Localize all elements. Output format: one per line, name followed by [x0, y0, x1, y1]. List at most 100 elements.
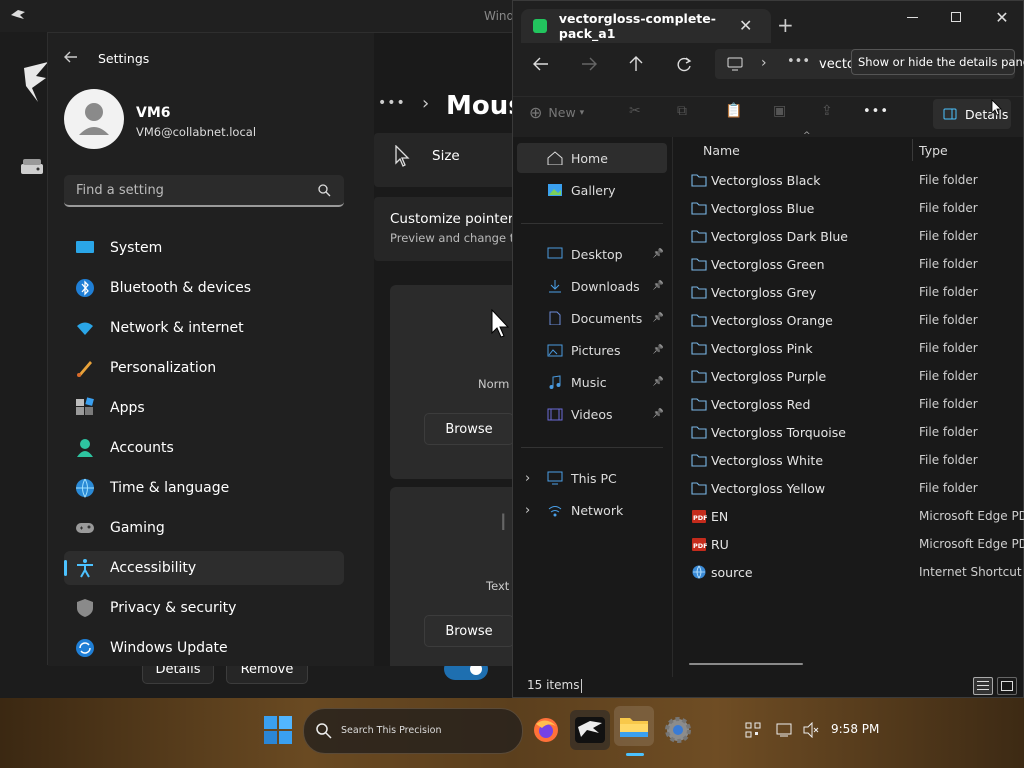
nav-pane-item-network[interactable]: › Network: [513, 495, 668, 525]
file-row[interactable]: Vectorgloss Dark Blue File folder: [673, 222, 1023, 250]
shield-icon: [74, 597, 96, 619]
nav-pane-item-desktop[interactable]: Desktop 📌: [513, 239, 668, 269]
address-bar[interactable]: › ••• vectorgloss-c Show or hide the det…: [715, 49, 1024, 79]
nav-pane-item-pictures[interactable]: Pictures 📌: [513, 335, 668, 365]
file-row[interactable]: Vectorgloss Black File folder: [673, 166, 1023, 194]
minimize-icon[interactable]: [897, 5, 927, 29]
nav-item-apps[interactable]: Apps: [64, 391, 344, 425]
expand-chevron-icon[interactable]: ›: [525, 471, 530, 486]
tiles-view-icon[interactable]: [997, 677, 1017, 695]
paste-icon[interactable]: 📋: [725, 103, 742, 119]
copy-icon[interactable]: ⧉: [677, 103, 687, 119]
new-button[interactable]: ⊕ New ▾: [529, 103, 584, 122]
maximize-icon[interactable]: [941, 5, 971, 29]
column-header-type[interactable]: Type: [919, 143, 948, 158]
close-tab-icon[interactable]: ✕: [739, 16, 752, 35]
nav-pane-label: Videos: [571, 406, 613, 422]
nav-pane-item-documents[interactable]: Documents 📌: [513, 303, 668, 333]
breadcrumb-more[interactable]: •••: [378, 95, 406, 111]
up-arrow-icon[interactable]: [629, 56, 643, 72]
nav-item-system[interactable]: System: [64, 231, 344, 265]
nav-item-time-language[interactable]: Time & language: [64, 471, 344, 505]
pin-icon[interactable]: 📌: [653, 281, 664, 291]
file-row[interactable]: Vectorgloss Blue File folder: [673, 194, 1023, 222]
pin-icon[interactable]: 📌: [653, 345, 664, 355]
archive-folder-icon: [533, 19, 547, 33]
file-row[interactable]: Vectorgloss Orange File folder: [673, 306, 1023, 334]
taskbar-eagle-app[interactable]: [570, 710, 610, 750]
nav-pane-item-downloads[interactable]: Downloads 📌: [513, 271, 668, 301]
nav-pane-item-videos[interactable]: Videos 📌: [513, 399, 668, 429]
column-divider[interactable]: [912, 139, 913, 161]
folder-icon: [691, 229, 707, 243]
file-row[interactable]: PDF RU Microsoft Edge PDF: [673, 530, 1024, 558]
browse-button[interactable]: Browse: [424, 413, 514, 445]
more-options-icon[interactable]: •••: [863, 104, 889, 119]
close-window-icon[interactable]: ✕: [987, 5, 1017, 29]
nav-item-gaming[interactable]: Gaming: [64, 511, 344, 545]
cut-icon[interactable]: ✂: [629, 103, 641, 119]
address-overflow[interactable]: •••: [787, 54, 810, 69]
nav-item-privacy-security[interactable]: Privacy & security: [64, 591, 344, 625]
nav-item-personalization[interactable]: Personalization: [64, 351, 344, 385]
nav-pane-label: Music: [571, 374, 607, 390]
share-icon[interactable]: ⇪: [821, 103, 833, 119]
back-arrow-icon[interactable]: [64, 51, 78, 63]
file-row[interactable]: Vectorgloss White File folder: [673, 446, 1023, 474]
file-row[interactable]: Vectorgloss Pink File folder: [673, 334, 1023, 362]
nav-item-label: Network & internet: [110, 320, 244, 336]
nav-item-network-internet[interactable]: Network & internet: [64, 311, 344, 345]
file-row[interactable]: Vectorgloss Purple File folder: [673, 362, 1023, 390]
pin-icon[interactable]: 📌: [653, 313, 664, 323]
column-header-name[interactable]: Name: [703, 143, 740, 158]
nav-item-accessibility[interactable]: Accessibility: [64, 551, 344, 585]
rename-icon[interactable]: ▣: [773, 103, 786, 119]
explorer-tab[interactable]: vectorgloss-complete-pack_a1 ✕: [521, 9, 771, 43]
taskbar-firefox[interactable]: [526, 710, 566, 750]
file-row[interactable]: Vectorgloss Grey File folder: [673, 278, 1023, 306]
pictures-icon: [547, 343, 563, 357]
browse-button[interactable]: Browse: [424, 615, 514, 647]
taskbar-settings[interactable]: [658, 710, 698, 750]
settings-search-box[interactable]: Find a setting: [64, 175, 344, 207]
monitor-icon: [727, 57, 743, 71]
nav-pane-item-music[interactable]: Music 📌: [513, 367, 668, 397]
pin-icon[interactable]: 📌: [653, 249, 664, 259]
taskbar-search-box[interactable]: Search This Precision: [303, 708, 523, 754]
refresh-icon[interactable]: [677, 57, 692, 72]
nav-item-bluetooth-devices[interactable]: Bluetooth & devices: [64, 271, 344, 305]
nav-pane-item-gallery[interactable]: Gallery: [513, 175, 668, 205]
network-display-icon[interactable]: [776, 722, 794, 738]
search-icon[interactable]: [318, 184, 331, 197]
forward-arrow-icon[interactable]: [581, 57, 597, 71]
file-row[interactable]: Vectorgloss Red File folder: [673, 390, 1023, 418]
pin-icon[interactable]: 📌: [653, 377, 664, 387]
eagle-app-icon: [575, 717, 605, 743]
size-setting-row[interactable]: Size: [374, 133, 518, 187]
back-arrow-icon[interactable]: [533, 57, 549, 71]
nav-pane-label: Documents: [571, 310, 643, 326]
pin-icon[interactable]: 📌: [653, 409, 664, 419]
nav-item-windows-update[interactable]: Windows Update: [64, 631, 344, 665]
file-row[interactable]: Vectorgloss Green File folder: [673, 250, 1023, 278]
file-type: File folder: [919, 481, 978, 495]
nav-pane-item-home[interactable]: Home: [517, 143, 667, 173]
file-row[interactable]: source Internet Shortcut: [673, 558, 1023, 586]
details-view-icon[interactable]: [973, 677, 993, 695]
qr-scanner-icon[interactable]: [745, 722, 761, 738]
clock-time[interactable]: 9:58 PM: [831, 722, 879, 736]
new-tab-icon[interactable]: +: [777, 13, 794, 37]
taskbar-file-explorer[interactable]: [614, 706, 654, 746]
speaker-muted-icon[interactable]: [802, 722, 820, 738]
folder-icon: [691, 481, 707, 495]
nav-pane-item-this-pc[interactable]: › This PC: [513, 463, 668, 493]
start-button[interactable]: [258, 710, 298, 750]
file-name: Vectorgloss Dark Blue: [711, 228, 848, 244]
file-row[interactable]: PDF EN Microsoft Edge PDF: [673, 502, 1024, 530]
nav-item-accounts[interactable]: Accounts: [64, 431, 344, 465]
file-row[interactable]: Vectorgloss Yellow File folder: [673, 474, 1023, 502]
file-row[interactable]: Vectorgloss Torquoise File folder: [673, 418, 1023, 446]
user-avatar[interactable]: [64, 89, 124, 149]
horizontal-scrollbar[interactable]: [689, 663, 803, 665]
expand-chevron-icon[interactable]: ›: [525, 503, 530, 518]
